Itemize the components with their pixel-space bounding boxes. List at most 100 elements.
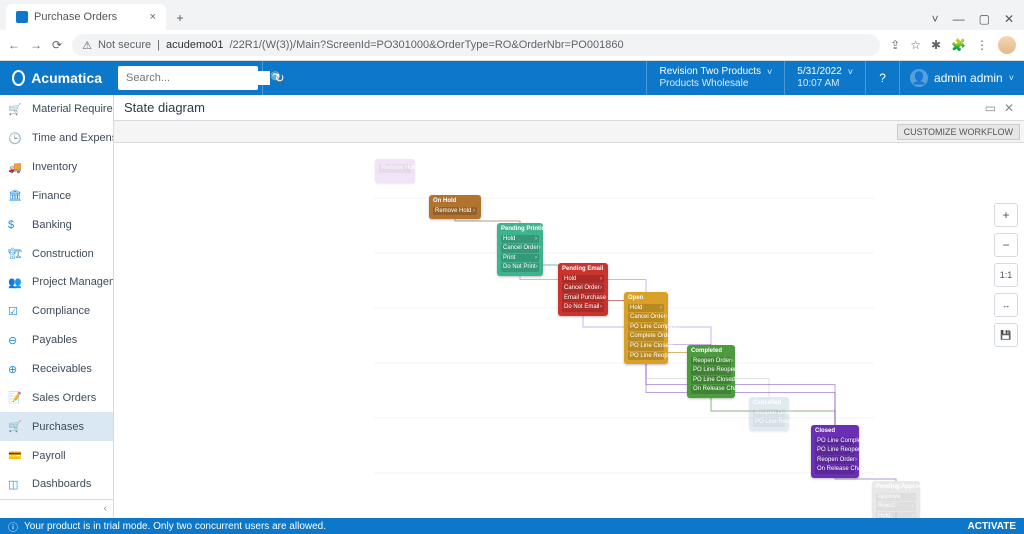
wallet-icon: 💳 <box>8 449 24 462</box>
state-action[interactable]: Complete Order› <box>628 332 664 341</box>
chevron-down-icon[interactable]: ˅ <box>932 12 939 26</box>
sidebar-item-label: Dashboards <box>32 478 91 490</box>
clock-icon: 🕒 <box>8 132 24 145</box>
sidebar-item-label: Finance <box>32 190 71 202</box>
user-menu[interactable]: 👤 admin admin ˅ <box>899 61 1024 95</box>
sidebar-item-receivables[interactable]: ⊕Receivables <box>0 355 113 384</box>
sidebar-item-banking[interactable]: $Banking <box>0 210 113 239</box>
state-node-papprov[interactable]: Pending ApprovalApprove›Reject›Hold› <box>872 481 920 518</box>
sidebar-item-label: Time and Expenses <box>32 132 113 144</box>
state-action[interactable]: On Release Change Order› <box>691 385 731 394</box>
state-action[interactable]: PO Line Closed› <box>691 376 731 385</box>
sidebar-item-payables[interactable]: ⊖Payables <box>0 326 113 355</box>
state-action[interactable]: PO Line Completed› <box>815 437 855 446</box>
customize-workflow-button[interactable]: CUSTOMIZE WORKFLOW <box>897 124 1020 140</box>
state-node-cancelled[interactable]: CancelledReopen Order›PO Line Reopen› <box>749 397 789 431</box>
sidebar-item-purchases[interactable]: 🛒Purchases <box>0 412 113 441</box>
sidebar-item-dashboards[interactable]: ◫Dashboards <box>0 470 113 499</box>
date-selector[interactable]: 5/31/2022˅ 10:07 AM <box>784 61 865 95</box>
extension-icon[interactable]: ✱ <box>931 38 941 52</box>
state-action[interactable]: Hold› <box>876 512 916 518</box>
sidebar-item-sales-orders[interactable]: 📝Sales Orders <box>0 383 113 412</box>
sidebar-item-project-management[interactable]: 👥Project Management <box>0 268 113 297</box>
puzzle-icon[interactable]: 🧩 <box>951 38 966 52</box>
sidebar-item-construction[interactable]: 🏗Construction <box>0 239 113 268</box>
state-action[interactable]: Hold› <box>501 235 539 244</box>
state-node-pprint[interactable]: Pending PrintingHold›Cancel Order›Print›… <box>497 223 543 276</box>
brand-label: Acumatica <box>31 70 102 86</box>
sidebar-item-compliance[interactable]: ☑Compliance <box>0 297 113 326</box>
address-bar[interactable]: ⚠ Not secure | acudemo01 /22R1/(W(3))/Ma… <box>72 34 880 56</box>
state-action[interactable]: Hold› <box>562 275 604 284</box>
state-action[interactable]: Reopen Order› <box>753 409 785 418</box>
menu-icon[interactable]: ⋮ <box>976 38 988 52</box>
state-action[interactable]: PO Line Complete› <box>628 323 664 332</box>
minimize-icon[interactable]: — <box>953 12 965 26</box>
state-action[interactable]: Do Not Print› <box>501 263 539 272</box>
zoom-reset-button[interactable]: 1:1 <box>994 263 1018 287</box>
collapse-sidebar-button[interactable]: ‹ <box>0 499 113 518</box>
sidebar-item-label: Inventory <box>32 161 77 173</box>
tenant-selector[interactable]: Revision Two Products˅ Products Wholesal… <box>646 61 784 95</box>
favicon-icon <box>16 11 28 23</box>
star-icon[interactable]: ☆ <box>910 38 921 52</box>
activate-link[interactable]: ACTIVATE <box>967 521 1016 532</box>
state-node-open[interactable]: OpenHold›Cancel Order›PO Line Complete›C… <box>624 292 668 364</box>
popout-icon[interactable]: ▭ <box>985 101 996 115</box>
url-path: /22R1/(W(3))/Main?ScreenId=PO301000&Orde… <box>230 39 624 51</box>
state-action[interactable]: Approve› <box>876 493 916 502</box>
zoom-in-button[interactable]: + <box>994 203 1018 227</box>
maximize-icon[interactable]: ▢ <box>979 12 990 26</box>
close-window-icon[interactable]: ✕ <box>1004 12 1014 26</box>
state-action[interactable]: Print› <box>501 254 539 263</box>
workflow-canvas[interactable]: Remove Hold›On HoldRemove Hold›Pending P… <box>114 143 1024 518</box>
close-tab-icon[interactable]: × <box>150 11 156 23</box>
state-action[interactable]: Remove Hold› <box>379 164 411 173</box>
state-action[interactable]: PO Line Reopened› <box>815 446 855 455</box>
state-action[interactable]: PO Line Reopen› <box>628 352 664 361</box>
sidebar-item-time-and-expenses[interactable]: 🕒 Time and Expenses <box>0 124 113 153</box>
share-icon[interactable]: ⇪ <box>890 38 900 52</box>
state-action[interactable]: Do Not Email› <box>562 303 604 312</box>
browser-tab[interactable]: Purchase Orders × <box>6 4 166 30</box>
state-node-pemail[interactable]: Pending EmailHold›Cancel Order›Email Pur… <box>558 263 608 316</box>
state-node-completed[interactable]: CompletedReopen Order›PO Line Reopened›P… <box>687 345 735 398</box>
brand[interactable]: Acumatica <box>0 61 114 95</box>
search-field[interactable] <box>124 71 270 85</box>
back-icon[interactable]: ← <box>8 38 20 52</box>
close-icon[interactable]: ✕ <box>1004 101 1014 115</box>
tenant-line1: Revision Two Products <box>659 66 761 78</box>
state-node-faint1[interactable]: Remove Hold› <box>375 159 415 183</box>
reload-icon[interactable]: ⟳ <box>52 38 62 52</box>
brand-logo-icon <box>12 70 25 86</box>
state-action[interactable]: Remove Hold› <box>433 207 477 216</box>
sidebar-item-inventory[interactable]: 🚚Inventory <box>0 153 113 182</box>
sidebar-item-finance[interactable]: 🏛Finance <box>0 182 113 211</box>
state-action[interactable]: Cancel Order› <box>501 244 539 253</box>
state-action[interactable]: Cancel Order› <box>562 284 604 293</box>
state-action[interactable]: Reopen Order› <box>815 456 855 465</box>
state-action[interactable]: Reject› <box>876 502 916 511</box>
save-diagram-button[interactable]: 💾 <box>994 323 1018 347</box>
search-input[interactable]: 🔍 <box>118 66 258 90</box>
state-title: Closed <box>815 428 855 435</box>
state-action[interactable]: Cancel Order› <box>628 313 664 322</box>
refresh-button[interactable]: ↻ <box>262 61 296 95</box>
fit-width-button[interactable]: ↔ <box>994 293 1018 317</box>
sidebar-item-payroll[interactable]: 💳Payroll <box>0 441 113 470</box>
state-node-onhold[interactable]: On HoldRemove Hold› <box>429 195 481 219</box>
state-node-closed[interactable]: Closed PO Line Completed›PO Line Reopened… <box>811 425 859 478</box>
profile-avatar[interactable] <box>998 36 1016 54</box>
state-action[interactable]: Hold› <box>628 304 664 313</box>
zoom-out-button[interactable]: − <box>994 233 1018 257</box>
sidebar-item-material-requirem[interactable]: 🛒Material Requirem... <box>0 95 113 124</box>
new-tab-button[interactable]: + <box>168 6 192 30</box>
state-action[interactable]: Email Purchase Order› <box>562 294 604 303</box>
help-button[interactable]: ? <box>865 61 899 95</box>
state-action[interactable]: Reopen Order› <box>691 357 731 366</box>
state-action[interactable]: On Release Change Order› <box>815 465 855 474</box>
state-action[interactable]: PO Line Reopened› <box>691 366 731 375</box>
forward-icon[interactable]: → <box>30 38 42 52</box>
state-action[interactable]: PO Line Reopen› <box>753 418 785 427</box>
state-action[interactable]: PO Line Closed› <box>628 342 664 351</box>
